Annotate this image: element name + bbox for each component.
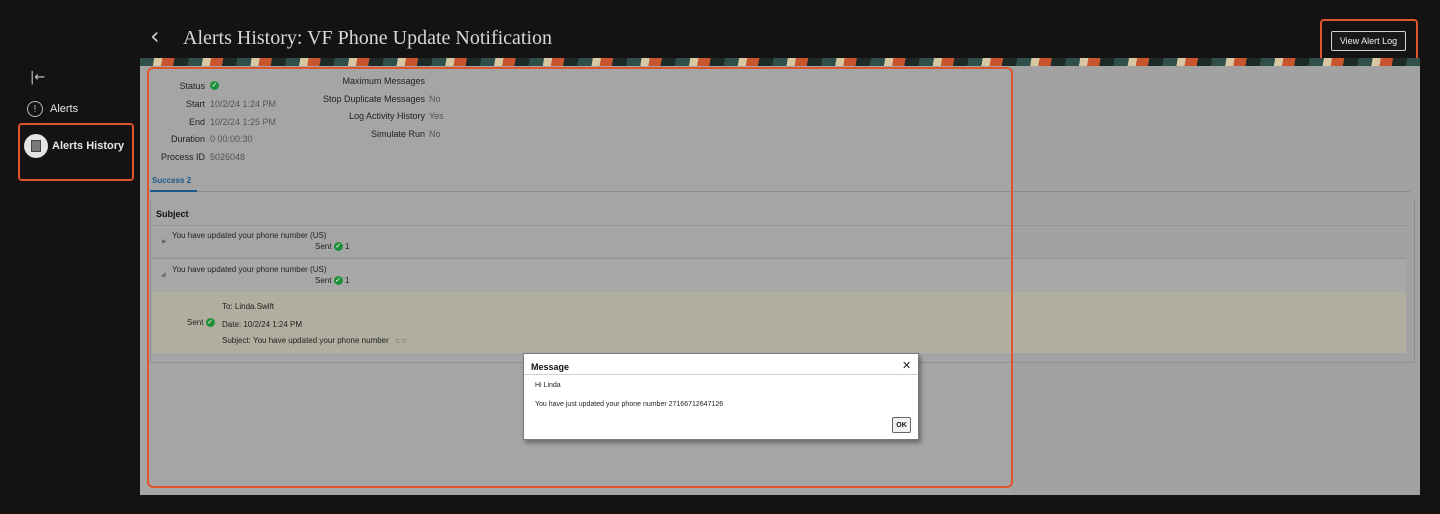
dialog-body: You have just updated your phone number …	[535, 401, 724, 408]
dialog-title: Message	[531, 362, 570, 372]
message-dialog: Message ✕ Hi Linda You have just updated…	[523, 353, 919, 440]
info-circle-icon: !	[27, 101, 43, 117]
chevron-left-icon[interactable]: ‹	[150, 24, 160, 48]
sidebar-item-alerts[interactable]: ! Alerts	[27, 101, 78, 117]
sidebar-item-label: Alerts	[50, 103, 79, 115]
page-title: Alerts History: VF Phone Update Notifica…	[183, 27, 553, 49]
sidebar: |← ! Alerts Alerts History	[0, 0, 140, 514]
collapse-left-icon[interactable]: |←	[30, 70, 45, 85]
ok-button[interactable]: OK	[892, 417, 911, 433]
dialog-divider	[524, 374, 918, 375]
page-header: ‹ Alerts History: VF Phone Update Notifi…	[140, 0, 1440, 66]
dialog-greeting: Hi Linda	[535, 382, 561, 389]
close-icon[interactable]: ✕	[902, 359, 911, 372]
highlight-box-sidebar	[18, 123, 134, 181]
